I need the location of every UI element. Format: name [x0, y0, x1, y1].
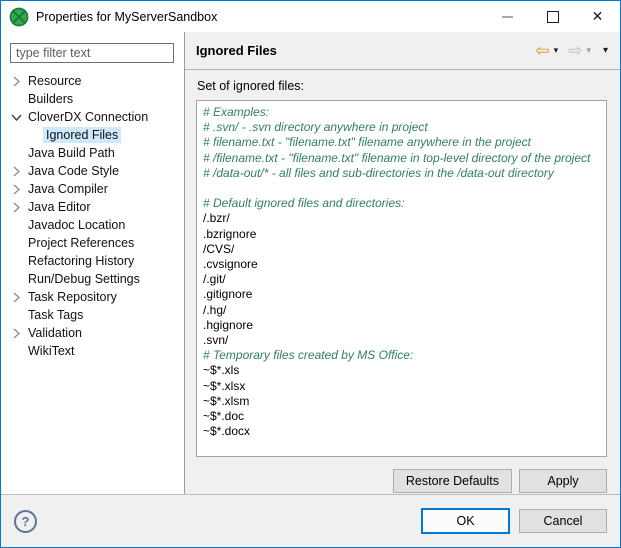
restore-defaults-button[interactable]: Restore Defaults	[393, 469, 512, 493]
ignored-file-line: .bzrignore	[203, 227, 600, 242]
titlebar: Properties for MyServerSandbox ✕	[1, 1, 620, 32]
tree-item[interactable]: Ignored Files	[1, 126, 184, 144]
back-arrow-icon[interactable]: ⇦	[535, 42, 549, 59]
maximize-icon	[547, 11, 559, 23]
ignored-file-line: .hgignore	[203, 318, 600, 333]
tree-expander-icon[interactable]	[7, 166, 25, 177]
ignored-file-line: .gitignore	[203, 287, 600, 302]
sidebar: Resource Builders CloverDX Connection	[1, 32, 185, 494]
ignored-file-line: .cvsignore	[203, 257, 600, 272]
tree-item-label: Resource	[25, 73, 85, 89]
help-button[interactable]: ?	[14, 510, 37, 533]
ignored-file-line: ~$*.xlsm	[203, 394, 600, 409]
ignored-file-line	[203, 181, 600, 196]
ignored-files-panel: Ignored Files ⇦ ▾ ⇨ ▾ ▾ Set of ignored f…	[185, 32, 620, 494]
ignored-file-line: /CVS/	[203, 242, 600, 257]
minimize-icon	[502, 16, 513, 18]
footer: ? OK Cancel	[1, 494, 620, 547]
tree-item[interactable]: Builders	[1, 90, 184, 108]
tree-item-label: Validation	[25, 325, 85, 341]
tree-item[interactable]: CloverDX Connection	[1, 108, 184, 126]
forward-history-caret-icon[interactable]: ▾	[586, 46, 591, 55]
panel-body: Set of ignored files: # Examples:# .svn/…	[185, 70, 620, 494]
tree-item-label: CloverDX Connection	[25, 109, 151, 125]
ignored-file-line: # /data-out/* - all files and sub-direct…	[203, 166, 600, 181]
section-label: Set of ignored files:	[197, 79, 607, 93]
cancel-button[interactable]: Cancel	[519, 509, 607, 533]
filter-input[interactable]	[10, 43, 174, 63]
back-history-caret-icon[interactable]: ▾	[554, 46, 559, 55]
ignored-file-line: /.git/	[203, 272, 600, 287]
tree-item-label: Java Code Style	[25, 163, 122, 179]
tree-item[interactable]: Validation	[1, 324, 184, 342]
tree-item-label: Task Repository	[25, 289, 120, 305]
tree-expander-icon[interactable]	[7, 202, 25, 213]
panel-header: Ignored Files ⇦ ▾ ⇨ ▾ ▾	[185, 32, 620, 70]
tree-item-label: Builders	[25, 91, 76, 107]
page-title: Ignored Files	[196, 43, 277, 58]
close-icon: ✕	[592, 8, 604, 25]
tree-item-label: Java Editor	[25, 199, 94, 215]
ignored-file-line: # Examples:	[203, 105, 600, 120]
footer-buttons: OK Cancel	[421, 508, 607, 534]
tree-expander-icon[interactable]	[7, 328, 25, 339]
tree-item-label: Java Build Path	[25, 145, 118, 161]
ignored-file-line: /.hg/	[203, 303, 600, 318]
cloverdx-logo-icon	[9, 7, 29, 27]
maximize-button[interactable]	[530, 1, 575, 32]
tree-item[interactable]: Task Tags	[1, 306, 184, 324]
apply-button[interactable]: Apply	[519, 469, 607, 493]
tree-item[interactable]: Java Compiler	[1, 180, 184, 198]
ignored-file-line: ~$*.xlsx	[203, 379, 600, 394]
tree-item-label: Run/Debug Settings	[25, 271, 143, 287]
help-icon: ?	[22, 514, 30, 529]
tree-item[interactable]: Task Repository	[1, 288, 184, 306]
ignored-file-line: # filename.txt - "filename.txt" filename…	[203, 135, 600, 150]
tree-item[interactable]: Java Code Style	[1, 162, 184, 180]
tree-expander-icon[interactable]	[7, 76, 25, 87]
properties-tree: Resource Builders CloverDX Connection	[1, 68, 184, 360]
tree-item[interactable]: Java Editor	[1, 198, 184, 216]
tree-expander-icon[interactable]	[7, 184, 25, 195]
ok-button[interactable]: OK	[421, 508, 510, 534]
window-title: Properties for MyServerSandbox	[36, 10, 217, 24]
tree-item[interactable]: Refactoring History	[1, 252, 184, 270]
ignored-file-line: ~$*.xls	[203, 363, 600, 378]
tree-item[interactable]: Resource	[1, 72, 184, 90]
tree-item[interactable]: Javadoc Location	[1, 216, 184, 234]
tree-item[interactable]: WikiText	[1, 342, 184, 360]
tree-item-label: Task Tags	[25, 307, 86, 323]
ignored-file-line: # .svn/ - .svn directory anywhere in pro…	[203, 120, 600, 135]
tree-expander-icon[interactable]	[7, 292, 25, 303]
ignored-file-line: ~$*.docx	[203, 424, 600, 439]
view-menu-caret-icon[interactable]: ▾	[603, 46, 608, 56]
panel-buttons: Restore Defaults Apply	[196, 469, 607, 493]
properties-dialog: Properties for MyServerSandbox ✕ Resourc…	[0, 0, 621, 548]
tree-item-label: Javadoc Location	[25, 217, 128, 233]
tree-item-label: Project References	[25, 235, 137, 251]
tree-item[interactable]: Java Build Path	[1, 144, 184, 162]
tree-item[interactable]: Run/Debug Settings	[1, 270, 184, 288]
tree-item-label: Java Compiler	[25, 181, 111, 197]
ignored-file-line: # /filename.txt - "filename.txt" filenam…	[203, 151, 600, 166]
tree-item-label: WikiText	[25, 343, 78, 359]
header-toolbar: ⇦ ▾ ⇨ ▾ ▾	[535, 42, 608, 59]
ignored-files-textarea[interactable]: # Examples:# .svn/ - .svn directory anyw…	[196, 100, 607, 457]
tree-item-label: Refactoring History	[25, 253, 137, 269]
ignored-file-line: ~$*.doc	[203, 409, 600, 424]
dialog-body: Resource Builders CloverDX Connection	[1, 32, 620, 494]
tree-item-label: Ignored Files	[43, 127, 121, 143]
tree-item[interactable]: Project References	[1, 234, 184, 252]
caption-buttons: ✕	[485, 1, 620, 32]
close-button[interactable]: ✕	[575, 1, 620, 32]
ignored-file-line: # Temporary files created by MS Office:	[203, 348, 600, 363]
ignored-file-line: .svn/	[203, 333, 600, 348]
ignored-file-line: /.bzr/	[203, 211, 600, 226]
tree-expander-icon[interactable]	[7, 114, 25, 121]
ignored-file-line: # Default ignored files and directories:	[203, 196, 600, 211]
minimize-button[interactable]	[485, 1, 530, 32]
forward-arrow-icon[interactable]: ⇨	[568, 42, 582, 59]
